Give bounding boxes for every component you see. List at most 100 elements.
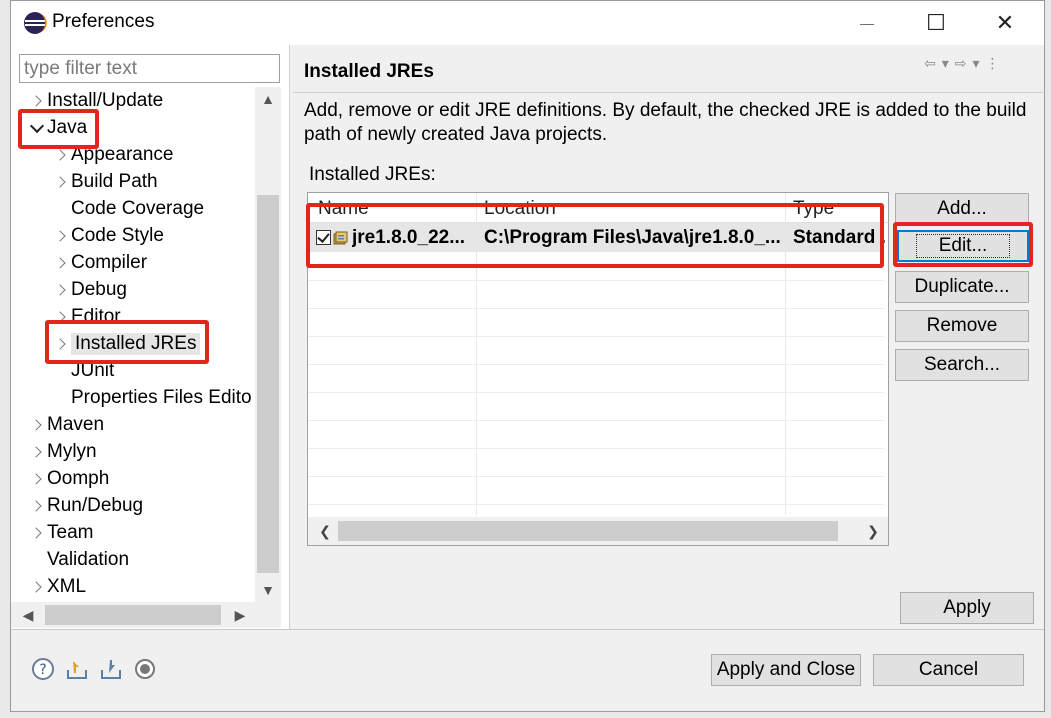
tree-item[interactable]: Maven (27, 411, 104, 438)
chevron-right-icon[interactable] (51, 253, 71, 273)
chevron-right-icon[interactable] (51, 226, 71, 246)
cancel-button[interactable]: Cancel (873, 654, 1024, 686)
scroll-thumb[interactable] (45, 605, 221, 625)
apply-and-close-button[interactable]: Apply and Close (711, 654, 861, 686)
row-divider (308, 476, 884, 477)
import-icon[interactable] (65, 657, 89, 681)
annotation-edit-button (893, 222, 1033, 267)
tree-item-label: Compiler (71, 251, 148, 273)
help-icon[interactable]: ? (31, 657, 55, 681)
tree-item-label: Run/Debug (47, 494, 144, 516)
chevron-right-icon[interactable] (27, 523, 47, 543)
scroll-left-icon[interactable]: ◀ (15, 602, 41, 628)
tree-item-label: Oomph (47, 467, 110, 489)
window-title: Preferences (52, 11, 155, 32)
tree-vertical-scrollbar[interactable]: ▲ ▼ (255, 87, 281, 602)
tree-item[interactable]: Build Path (51, 168, 158, 195)
tree-item[interactable]: Properties Files Edito (51, 384, 252, 411)
scroll-thumb[interactable] (338, 521, 838, 541)
forward-menu-icon[interactable]: ▾ (973, 55, 980, 72)
row-divider (308, 504, 884, 505)
tree-item[interactable]: Oomph (27, 465, 109, 492)
remove-button[interactable]: Remove (895, 310, 1029, 342)
tree-item[interactable]: Debug (51, 276, 127, 303)
tree-item-label: Validation (47, 548, 130, 570)
close-button[interactable]: ✕ (977, 7, 1033, 39)
apply-button[interactable]: Apply (900, 592, 1034, 624)
row-divider (308, 308, 884, 309)
tree-item-label: Code Coverage (71, 197, 205, 219)
tree-item[interactable]: Code Coverage (51, 195, 204, 222)
scroll-down-icon[interactable]: ▼ (255, 578, 281, 602)
tree-item-label: Maven (47, 413, 105, 435)
tree-item[interactable]: Code Style (51, 222, 164, 249)
scroll-right-icon[interactable]: ▶ (227, 602, 253, 628)
chevron-right-icon[interactable] (27, 91, 47, 111)
svg-text:?: ? (39, 662, 46, 678)
minimize-button[interactable]: — (839, 7, 895, 39)
panel-divider[interactable] (289, 45, 290, 629)
row-divider (308, 364, 884, 365)
row-divider (308, 280, 884, 281)
scroll-up-icon[interactable]: ▲ (255, 87, 281, 111)
tree-item-label: XML (47, 575, 87, 597)
annotation-java (18, 109, 99, 149)
chevron-right-icon[interactable] (27, 415, 47, 435)
row-divider (308, 448, 884, 449)
title-separator (293, 92, 1043, 93)
tree-item-label: Build Path (71, 170, 158, 192)
scroll-left-icon[interactable]: ❮ (312, 517, 338, 545)
scroll-thumb[interactable] (257, 195, 279, 573)
tree-item-label: Debug (71, 278, 127, 300)
duplicate-button[interactable]: Duplicate... (895, 271, 1029, 303)
footer-separator (11, 629, 1044, 630)
tree-item-label: Properties Files Edito (71, 386, 252, 408)
page-description: Add, remove or edit JRE definitions. By … (304, 100, 1027, 145)
annotation-jre-row (306, 203, 884, 268)
tree-item-label: Team (47, 521, 94, 543)
tree-horizontal-scrollbar[interactable]: ◀ ▶ (11, 602, 281, 628)
tree-item[interactable]: Validation (27, 546, 129, 573)
footer-tools: ? (31, 657, 157, 681)
eclipse-icon (24, 12, 47, 34)
chevron-right-icon[interactable] (27, 469, 47, 489)
filter-input[interactable] (19, 54, 280, 83)
tree-item[interactable]: Team (27, 519, 93, 546)
annotation-installed-jres (45, 320, 209, 364)
view-menu-icon[interactable]: ⋮ (986, 55, 1000, 72)
chevron-right-icon[interactable] (27, 577, 47, 597)
tree-item[interactable]: Run/Debug (27, 492, 143, 519)
tree-item-label: Mylyn (47, 440, 97, 462)
back-icon[interactable]: ⇦ (924, 55, 936, 72)
chevron-right-icon[interactable] (27, 442, 47, 462)
chevron-right-icon[interactable] (51, 280, 71, 300)
tree-item[interactable]: Compiler (51, 249, 147, 276)
maximize-button[interactable]: ☐ (908, 7, 964, 39)
row-divider (308, 336, 884, 337)
table-horizontal-scrollbar[interactable]: ❮ ❯ (308, 517, 888, 545)
chevron-right-icon[interactable] (51, 172, 71, 192)
minimize-icon: — (860, 15, 874, 31)
preference-recorder-icon[interactable] (133, 657, 157, 681)
forward-icon[interactable]: ⇨ (955, 55, 967, 72)
tree-item[interactable]: Mylyn (27, 438, 97, 465)
row-divider (308, 420, 884, 421)
row-divider (308, 392, 884, 393)
page-navigation: ⇦ ▾ ⇨ ▾ ⋮ (924, 55, 1000, 72)
back-menu-icon[interactable]: ▾ (942, 55, 949, 72)
scroll-right-icon[interactable]: ❯ (860, 517, 886, 545)
search-button[interactable]: Search... (895, 349, 1029, 381)
chevron-right-icon[interactable] (27, 496, 47, 516)
tree-item-label: Code Style (71, 224, 164, 246)
tree-item[interactable]: XML (27, 573, 86, 600)
installed-jres-label: Installed JREs: (309, 164, 436, 185)
close-icon: ✕ (995, 10, 1015, 35)
maximize-icon: ☐ (926, 10, 946, 35)
title-bar[interactable]: Preferences — ☐ ✕ (11, 1, 1044, 45)
page-title: Installed JREs (304, 61, 434, 82)
add-button[interactable]: Add... (895, 193, 1029, 225)
export-icon[interactable] (99, 657, 123, 681)
